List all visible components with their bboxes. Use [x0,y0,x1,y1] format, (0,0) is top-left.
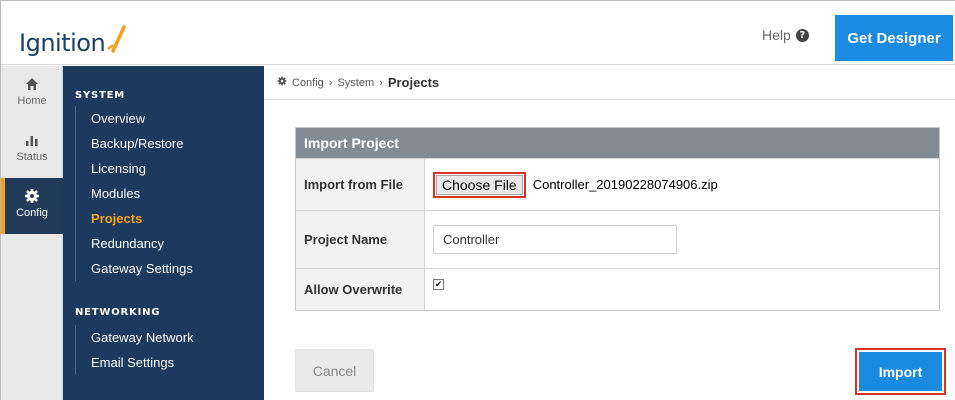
nav-group-networking: Gateway Network Email Settings [75,325,194,375]
logo-check-icon [107,25,126,53]
top-header: Ignition Help ? Get Designer [1,1,955,65]
breadcrumb-separator: › [328,76,333,89]
import-file-row: Import from File Choose File Controller_… [296,158,939,210]
sidebar-item-redundancy[interactable]: Redundancy [91,231,193,256]
logo-text: Ignition [19,29,106,57]
allow-overwrite-label: Allow Overwrite [296,269,425,310]
gear-icon [24,186,40,206]
breadcrumb-system[interactable]: System [337,77,374,89]
project-name-value: Controller [425,211,939,268]
help-label: Help [762,27,791,43]
ignition-logo[interactable]: Ignition [19,17,126,57]
sidebar-item-projects[interactable]: Projects [91,206,193,231]
selected-file-name: Controller_20190228074906.zip [532,177,718,192]
sidebar-item-overview[interactable]: Overview [91,106,193,131]
help-link[interactable]: Help ? [762,27,809,43]
breadcrumb-projects: Projects [387,75,440,90]
bar-chart-icon [25,130,39,150]
import-from-file-label: Import from File [296,159,425,210]
sidebar-item-gateway-settings[interactable]: Gateway Settings [91,256,193,281]
sidebar-item-gateway-network[interactable]: Gateway Network [91,325,194,350]
rail-item-status[interactable]: Status [1,122,63,178]
choose-file-label: Choose File [436,174,523,195]
project-name-input[interactable]: Controller [433,225,677,254]
nav-heading-networking: NETWORKING [75,307,161,318]
nav-group-system: Overview Backup/Restore Licensing Module… [75,106,193,281]
get-designer-button[interactable]: Get Designer [835,15,953,61]
nav-heading-system: SYSTEM [75,90,126,101]
allow-overwrite-row: Allow Overwrite ✔ [296,268,939,310]
rail-label-status: Status [16,151,48,163]
import-project-panel: Import Project Import from File Choose F… [295,127,940,311]
sidebar-item-backup-restore[interactable]: Backup/Restore [91,131,193,156]
panel-title: Import Project [296,128,939,158]
window-frame: Ignition Help ? Get Designer Home Status [0,0,955,400]
sidebar-item-modules[interactable]: Modules [91,181,193,206]
gear-icon [277,76,287,89]
allow-overwrite-checkbox[interactable]: ✔ [433,279,444,290]
sidebar-item-email-settings[interactable]: Email Settings [91,350,194,375]
import-file-value: Choose File Controller_20190228074906.zi… [425,159,939,210]
breadcrumb: Config › System › Projects [264,66,955,100]
rail-label-config: Config [16,207,48,219]
rail-item-home[interactable]: Home [1,66,63,122]
sidebar-item-licensing[interactable]: Licensing [91,156,193,181]
import-button[interactable]: Import [859,352,942,391]
breadcrumb-separator: › [379,76,383,89]
config-sidebar: SYSTEM Overview Backup/Restore Licensing… [63,66,264,400]
rail-label-home: Home [17,95,47,107]
help-icon: ? [795,28,809,42]
project-name-label: Project Name [296,211,425,268]
allow-overwrite-value: ✔ [425,269,939,310]
breadcrumb-config[interactable]: Config [292,77,324,89]
import-button-highlight: Import [855,348,946,395]
left-rail: Home Status Config [1,66,63,400]
cancel-button[interactable]: Cancel [295,349,374,392]
home-icon [25,74,39,94]
rail-item-config[interactable]: Config [1,178,63,234]
project-name-row: Project Name Controller [296,210,939,268]
choose-file-button[interactable]: Choose File [433,171,526,198]
